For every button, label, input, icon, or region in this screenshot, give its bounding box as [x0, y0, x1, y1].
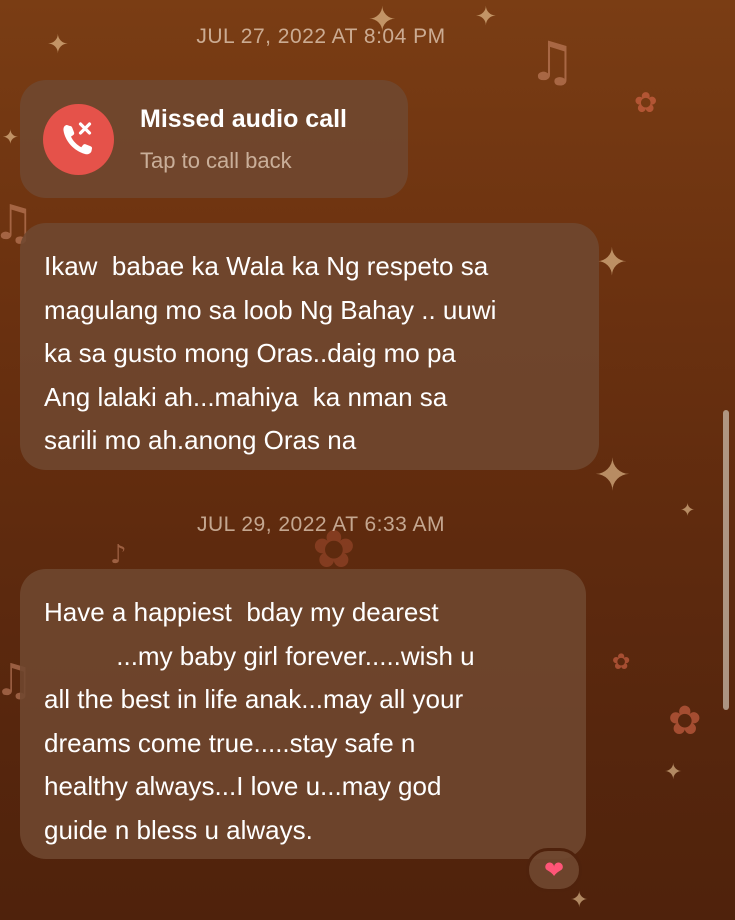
scrollbar[interactable] [723, 410, 729, 710]
missed-call-bubble[interactable]: Missed audio call Tap to call back [20, 80, 408, 198]
message-timestamp: JUL 27, 2022 AT 8:04 PM [196, 25, 446, 48]
sparkle-decoration: ✦ [596, 240, 628, 284]
music-note-decoration: ♪ [110, 540, 127, 570]
message-timestamp: JUL 29, 2022 AT 6:33 AM [196, 513, 446, 536]
flower-decoration: ✿ [612, 650, 631, 675]
missed-call-icon [43, 104, 114, 175]
message-text: Ikaw babae ka Wala ka Ng respeto sa magu… [44, 251, 497, 455]
flower-decoration: ✿ [634, 86, 658, 119]
message-bubble[interactable]: Have a happiest bday my dearest ...my ba… [20, 569, 586, 859]
message-bubble[interactable]: Ikaw babae ka Wala ka Ng respeto sa magu… [20, 223, 599, 470]
heart-reaction[interactable]: ❤ [526, 848, 582, 892]
sparkle-decoration: ✦ [594, 450, 631, 501]
heart-icon: ❤ [543, 856, 565, 884]
sparkle-decoration: ✦ [664, 760, 683, 785]
message-text: Have a happiest bday my dearest ...my ba… [44, 597, 475, 845]
sparkle-decoration: ✦ [570, 888, 589, 913]
call-title: Missed audio call [140, 105, 348, 133]
call-back-hint: Tap to call back [140, 148, 292, 173]
sparkle-decoration: ✦ [2, 125, 19, 149]
sparkle-decoration: ✦ [680, 500, 696, 521]
flower-decoration: ✿ [668, 698, 702, 744]
